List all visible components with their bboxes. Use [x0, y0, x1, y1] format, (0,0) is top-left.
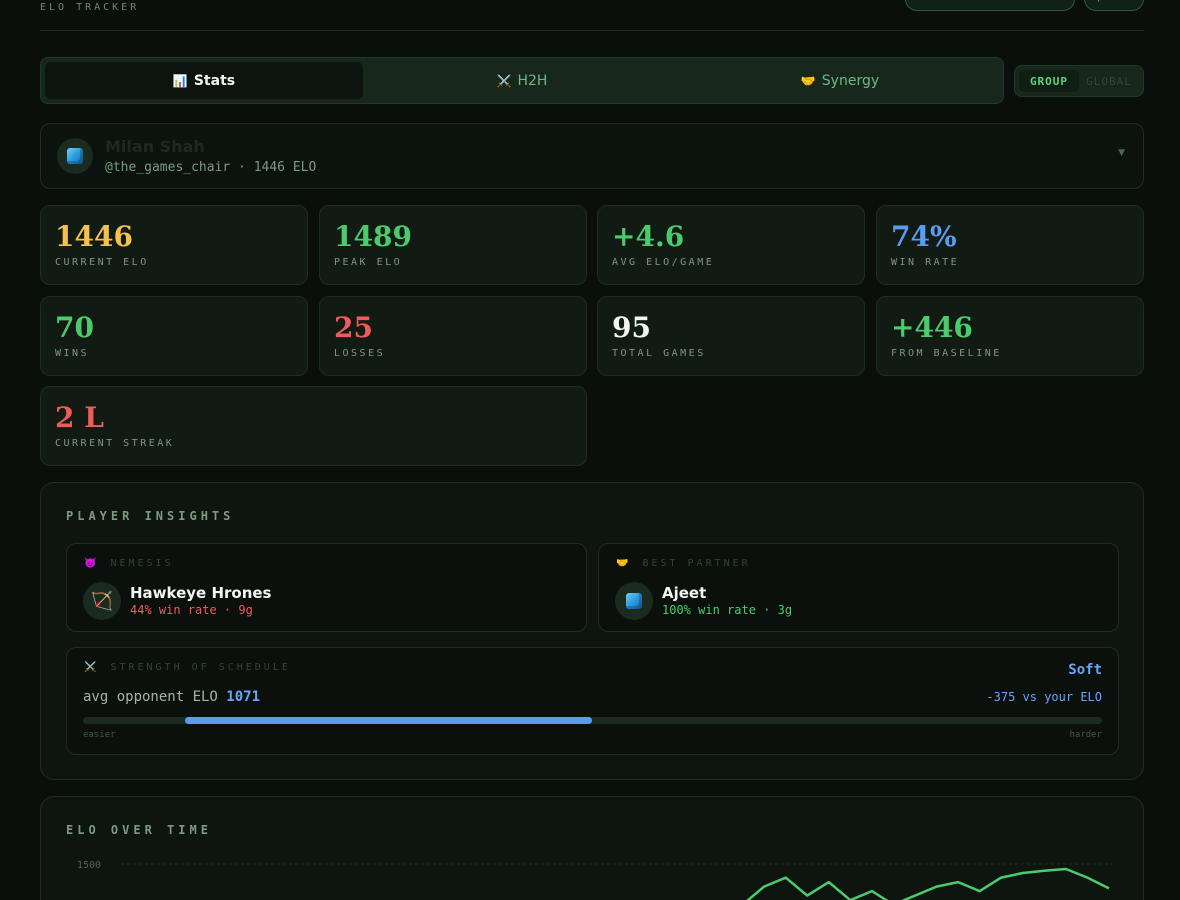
elo-difference: -375 vs your ELO [986, 690, 1102, 704]
elo-chart: 1500 [77, 860, 1113, 900]
stat-label: CURRENT ELO [55, 257, 149, 268]
partner-stats: 100% win rate · 3g [662, 603, 793, 617]
section-title: PLAYER INSIGHTS [66, 509, 235, 523]
player-subtitle: @the_games_chair · 1446 ELO [105, 160, 317, 175]
bow-arrow-icon: 🏹 [90, 590, 114, 612]
chart-icon: 📊 [172, 73, 188, 88]
stat-value: 1489 [334, 220, 412, 253]
best-partner-card: 🤝 BEST PARTNER Ajeet 100% win rate · 3g [598, 543, 1119, 632]
tab-label: Stats [193, 72, 236, 89]
tab-label: H2H [517, 72, 548, 89]
stat-value: 70 [55, 311, 94, 344]
stat-label: PEAK ELO [334, 257, 403, 268]
app-label: ELO TRACKER [40, 2, 140, 13]
nemesis-stats: 44% win rate · 9g [130, 603, 253, 617]
stat-card-current-streak: 2 L CURRENT STREAK [40, 386, 587, 466]
stat-value: 74% [891, 220, 957, 253]
stat-card-from-baseline: +446 FROM BASELINE [876, 296, 1144, 376]
stat-value: 25 [334, 311, 373, 344]
stat-label: AVG ELO/GAME [612, 257, 715, 268]
avg-opponent-label: avg opponent ELO [83, 689, 218, 705]
stat-card-losses: 25 LOSSES [319, 296, 587, 376]
scope-group-button[interactable]: GROUP [1019, 70, 1079, 92]
stat-value: 1446 [55, 220, 133, 253]
tab-stats[interactable]: 📊 Stats [45, 62, 363, 99]
partner-heading-label: BEST PARTNER [642, 558, 751, 569]
stat-card-wins: 70 WINS [40, 296, 308, 376]
swords-icon: ⚔️ [496, 73, 512, 88]
stat-label: TOTAL GAMES [612, 348, 706, 359]
stat-card-current-elo: 1446 CURRENT ELO [40, 205, 308, 285]
avg-opponent-value: 1071 [226, 689, 261, 705]
handshake-icon: 🤝 [800, 73, 816, 88]
elo-series-line [746, 867, 1110, 900]
elo-over-time-panel: ELO OVER TIME 1500 [40, 796, 1144, 900]
scale-harder-label: harder [1069, 730, 1102, 740]
partner-heading: 🤝 BEST PARTNER [616, 558, 751, 569]
schedule-heading: ⚔️ STRENGTH OF SCHEDULE [84, 662, 291, 673]
stat-card-peak-elo: 1489 PEAK ELO [319, 205, 587, 285]
tab-label: Synergy [821, 72, 880, 89]
stat-label: FROM BASELINE [891, 348, 1002, 359]
chevron-down-icon: ▼ [1118, 148, 1125, 158]
nemesis-heading: 😈 NEMESIS [84, 558, 174, 569]
scale-easier-label: easier [83, 730, 116, 740]
cube-icon [67, 148, 83, 164]
scope-global-button[interactable]: GLOBAL [1079, 70, 1139, 92]
schedule-heading-label: STRENGTH OF SCHEDULE [110, 662, 291, 673]
stat-card-win-rate: 74% WIN RATE [876, 205, 1144, 285]
stat-value: +4.6 [612, 220, 685, 253]
swords-icon: ⚔️ [84, 662, 97, 673]
schedule-tier: Soft [1068, 662, 1102, 678]
schedule-range-fill [184, 717, 593, 724]
devil-icon: 😈 [84, 558, 97, 569]
player-insights-panel: PLAYER INSIGHTS 😈 NEMESIS 🏹 Hawkeye Hron… [40, 482, 1144, 780]
header-action-icon: ▬ [918, 0, 928, 3]
cube-icon [626, 593, 642, 609]
partner-name: Ajeet [662, 584, 707, 602]
handshake-icon: 🤝 [616, 558, 629, 569]
nemesis-name: Hawkeye Hrones [130, 584, 272, 602]
nemesis-heading-label: NEMESIS [110, 558, 174, 569]
stat-value: +446 [891, 311, 973, 344]
schedule-track [83, 717, 1102, 724]
scope-toggle: GROUP GLOBAL [1014, 65, 1144, 97]
tab-h2h[interactable]: ⚔️ H2H [363, 62, 681, 99]
top-header: ELO TRACKER ▬ ⟩ [40, 0, 1144, 31]
player-name: Milan Shah [105, 137, 205, 156]
stat-card-total-games: 95 TOTAL GAMES [597, 296, 865, 376]
stat-card-avg-elo: +4.6 AVG ELO/GAME [597, 205, 865, 285]
header-action-button[interactable]: ▬ [905, 0, 1075, 11]
partner-avatar [615, 582, 653, 620]
avg-opponent-elo: avg opponent ELO 1071 [83, 689, 260, 705]
header-menu-icon: ⟩ [1097, 0, 1101, 3]
nemesis-card: 😈 NEMESIS 🏹 Hawkeye Hrones 44% win rate … [66, 543, 587, 632]
player-avatar [57, 138, 93, 174]
stat-label: WIN RATE [891, 257, 960, 268]
nemesis-avatar: 🏹 [83, 582, 121, 620]
stat-value: 2 L [55, 401, 104, 434]
stat-value: 95 [612, 311, 651, 344]
tab-synergy[interactable]: 🤝 Synergy [681, 62, 999, 99]
stat-label: WINS [55, 348, 90, 359]
strength-of-schedule-card: ⚔️ STRENGTH OF SCHEDULE Soft avg opponen… [66, 647, 1119, 755]
y-tick-label: 1500 [77, 860, 101, 871]
stat-label: LOSSES [334, 348, 386, 359]
view-tabs: 📊 Stats ⚔️ H2H 🤝 Synergy [40, 57, 1004, 104]
header-menu-button[interactable]: ⟩ [1084, 0, 1144, 11]
stat-label: CURRENT STREAK [55, 438, 175, 449]
player-selector[interactable]: Milan Shah @the_games_chair · 1446 ELO ▼ [40, 123, 1144, 189]
